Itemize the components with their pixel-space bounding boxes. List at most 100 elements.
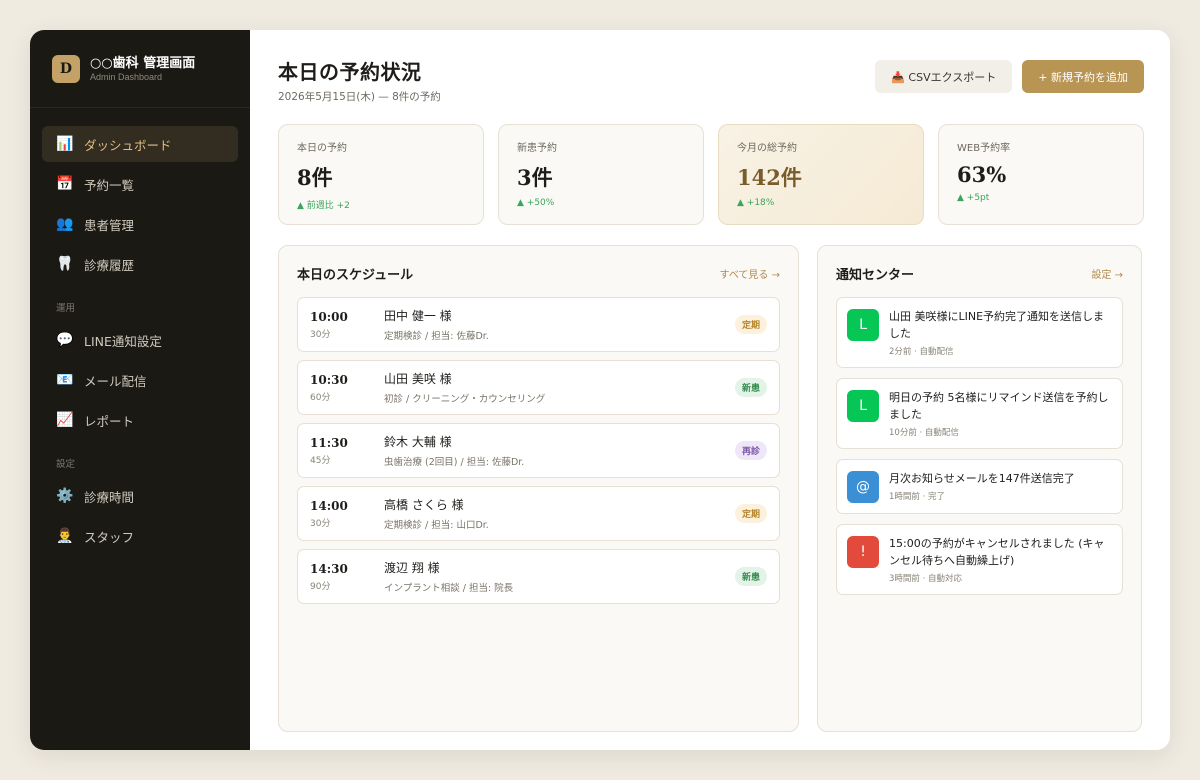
brand-logo: D xyxy=(52,54,80,83)
sidebar-item-staff[interactable]: 👨‍⚕️ スタッフ xyxy=(42,518,238,554)
sidebar-item-label: レポート xyxy=(84,413,135,429)
sidebar-item-label: 患者管理 xyxy=(84,217,135,233)
status-badge: 定期 xyxy=(734,504,767,523)
appointment-duration: 30分 xyxy=(310,329,331,340)
add-reservation-button[interactable]: + 新規予約を追加 xyxy=(1022,60,1144,93)
sidebar-item-mail[interactable]: 📧 メール配信 xyxy=(42,362,238,398)
header-actions: 📥 CSVエクスポート + 新規予約を追加 xyxy=(875,60,1144,93)
appointment-info: 渡辺 翔 様 インプラント相談 / 担当: 院長 xyxy=(384,559,513,594)
appointment-time: 14:30 xyxy=(310,561,348,576)
sidebar-item-reservations[interactable]: 📅 予約一覧 xyxy=(42,166,238,202)
brand-subtitle: Admin Dashboard xyxy=(90,71,163,82)
appointment-row[interactable]: 14:30 90分 渡辺 翔 様 インプラント相談 / 担当: 院長 新患 xyxy=(297,549,780,604)
chat-icon: 💬 xyxy=(56,332,74,348)
stat-trend: ▲ 前週比 +2 xyxy=(297,201,350,211)
appointment-info: 高橋 さくら 様 定期検診 / 担当: 山口Dr. xyxy=(384,496,489,531)
appointment-detail: 定期検診 / 担当: 山口Dr. xyxy=(384,520,489,531)
sidebar-item-line[interactable]: 💬 LINE通知設定 xyxy=(42,322,238,358)
calendar-icon: 📅 xyxy=(56,176,74,192)
page-title: 本日の予約状況 xyxy=(278,60,422,84)
stat-trend: ▲ +18% xyxy=(737,198,775,208)
sidebar-item-hours[interactable]: ⚙️ 診療時間 xyxy=(42,478,238,514)
status-badge: 再診 xyxy=(734,441,767,460)
notification-meta: 2分前 · 自動配信 xyxy=(889,347,954,357)
panel-title: 本日のスケジュール xyxy=(297,268,414,283)
appointment-detail: 虫歯治療 (2回目) / 担当: 佐藤Dr. xyxy=(384,457,525,468)
notification-text: 山田 美咲様にLINE予約完了通知を送信しました xyxy=(889,310,1105,340)
sidebar-nav: 📊 ダッシュボード 📅 予約一覧 👥 患者管理 🦷 診療履歴 運用 💬 LINE… xyxy=(30,108,250,554)
appointment-row[interactable]: 10:00 30分 田中 健一 様 定期検診 / 担当: 佐藤Dr. 定期 xyxy=(297,297,780,352)
notification-meta: 1時間前 · 完了 xyxy=(889,492,946,502)
appointment-duration: 60分 xyxy=(310,392,331,403)
appointment-time: 11:30 xyxy=(310,435,348,450)
notification-item[interactable]: @ 月次お知らせメールを147件送信完了 1時間前 · 完了 xyxy=(836,459,1123,514)
appointment-time: 10:00 xyxy=(310,309,348,324)
appointment-row[interactable]: 11:30 45分 鈴木 大輔 様 虫歯治療 (2回目) / 担当: 佐藤Dr.… xyxy=(297,423,780,478)
appointment-info: 山田 美咲 様 初診 / クリーニング・カウンセリング xyxy=(384,370,545,405)
nav-section-ops: 運用 xyxy=(56,303,76,314)
notification-item[interactable]: L 明日の予約 5名様にリマインド送信を予約しました 10分前 · 自動配信 xyxy=(836,378,1123,449)
patient-name: 渡辺 翔 様 xyxy=(384,561,440,575)
sidebar-item-label: 予約一覧 xyxy=(84,177,135,193)
notification-panel: 通知センター 設定 → L 山田 美咲様にLINE予約完了通知を送信しました 2… xyxy=(817,245,1142,732)
appointment-row[interactable]: 10:30 60分 山田 美咲 様 初診 / クリーニング・カウンセリング 新患 xyxy=(297,360,780,415)
page-header: 本日の予約状況 2026年5月15日(木) — 8件の予約 📥 CSVエクスポー… xyxy=(278,56,1144,104)
sidebar-item-dashboard[interactable]: 📊 ダッシュボード xyxy=(42,126,238,162)
appointment-time: 10:30 xyxy=(310,372,348,387)
appointment-detail: 定期検診 / 担当: 佐藤Dr. xyxy=(384,331,489,342)
appointment-info: 田中 健一 様 定期検診 / 担当: 佐藤Dr. xyxy=(384,307,489,342)
appointment-time: 14:00 xyxy=(310,498,348,513)
stat-card-today: 本日の予約 8件 ▲ 前週比 +2 xyxy=(278,124,484,225)
patient-name: 高橋 さくら 様 xyxy=(384,498,464,512)
notification-item[interactable]: ! 15:00の予約がキャンセルされました (キャンセル待ちへ自動繰上げ) 3時… xyxy=(836,524,1123,595)
settings-link[interactable]: 設定 → xyxy=(1091,266,1123,281)
stat-trend: ▲ +50% xyxy=(517,198,555,208)
stat-label: 今月の総予約 xyxy=(737,143,797,154)
view-all-link[interactable]: すべて見る → xyxy=(720,266,780,281)
stat-card-monthly: 今月の総予約 142件 ▲ +18% xyxy=(718,124,924,225)
panel-header: 通知センター 設定 → xyxy=(836,264,1123,283)
tooth-icon: 🦷 xyxy=(56,256,74,272)
stat-card-web-rate: WEB予約率 63% ▲ +5pt xyxy=(938,124,1144,225)
stat-value: 8件 xyxy=(297,165,333,190)
brand: D ○○歯科 管理画面 Admin Dashboard xyxy=(30,30,250,108)
appointment-row[interactable]: 14:00 30分 高橋 さくら 様 定期検診 / 担当: 山口Dr. 定期 xyxy=(297,486,780,541)
stat-label: WEB予約率 xyxy=(957,143,1011,154)
stat-label: 本日の予約 xyxy=(297,143,347,154)
sidebar-item-label: 診療時間 xyxy=(84,489,135,505)
status-badge: 新患 xyxy=(734,378,767,397)
panels-row: 本日のスケジュール すべて見る → 10:00 30分 田中 健一 様 定期検診… xyxy=(278,245,1144,732)
notification-item[interactable]: L 山田 美咲様にLINE予約完了通知を送信しました 2分前 · 自動配信 xyxy=(836,297,1123,368)
sidebar-item-label: 診療履歴 xyxy=(84,257,135,273)
notification-text: 月次お知らせメールを147件送信完了 xyxy=(889,472,1075,485)
sidebar-item-patients[interactable]: 👥 患者管理 xyxy=(42,206,238,242)
notification-meta: 3時間前 · 自動対応 xyxy=(889,574,963,584)
trend-chart-icon: 📈 xyxy=(56,412,74,428)
brand-title: ○○歯科 管理画面 xyxy=(90,55,196,71)
page-subtitle: 2026年5月15日(木) — 8件の予約 xyxy=(278,91,441,103)
schedule-panel: 本日のスケジュール すべて見る → 10:00 30分 田中 健一 様 定期検診… xyxy=(278,245,799,732)
stat-card-new-patients: 新患予約 3件 ▲ +50% xyxy=(498,124,704,225)
stat-value: 142件 xyxy=(737,165,802,190)
gear-icon: ⚙️ xyxy=(56,488,74,504)
status-badge: 新患 xyxy=(734,567,767,586)
sidebar-item-label: ダッシュボード xyxy=(84,137,172,153)
sidebar-item-history[interactable]: 🦷 診療履歴 xyxy=(42,246,238,282)
panel-title: 通知センター xyxy=(836,268,915,283)
line-icon: L xyxy=(847,309,879,341)
stat-label: 新患予約 xyxy=(517,143,557,154)
line-icon: L xyxy=(847,390,879,422)
appointment-duration: 45分 xyxy=(310,455,331,466)
stat-trend: ▲ +5pt xyxy=(957,193,990,203)
email-icon: @ xyxy=(847,471,879,503)
appointment-detail: インプラント相談 / 担当: 院長 xyxy=(384,583,514,594)
appointment-time-block: 11:30 45分 xyxy=(310,436,384,466)
appointment-time-block: 10:00 30分 xyxy=(310,310,384,340)
csv-export-button[interactable]: 📥 CSVエクスポート xyxy=(875,60,1013,93)
panel-header: 本日のスケジュール すべて見る → xyxy=(297,264,780,283)
sidebar-item-report[interactable]: 📈 レポート xyxy=(42,402,238,438)
appointment-time-block: 14:30 90分 xyxy=(310,562,384,592)
sidebar-item-label: スタッフ xyxy=(84,529,135,545)
notification-text: 明日の予約 5名様にリマインド送信を予約しました xyxy=(889,391,1109,421)
alert-icon: ! xyxy=(847,536,879,568)
